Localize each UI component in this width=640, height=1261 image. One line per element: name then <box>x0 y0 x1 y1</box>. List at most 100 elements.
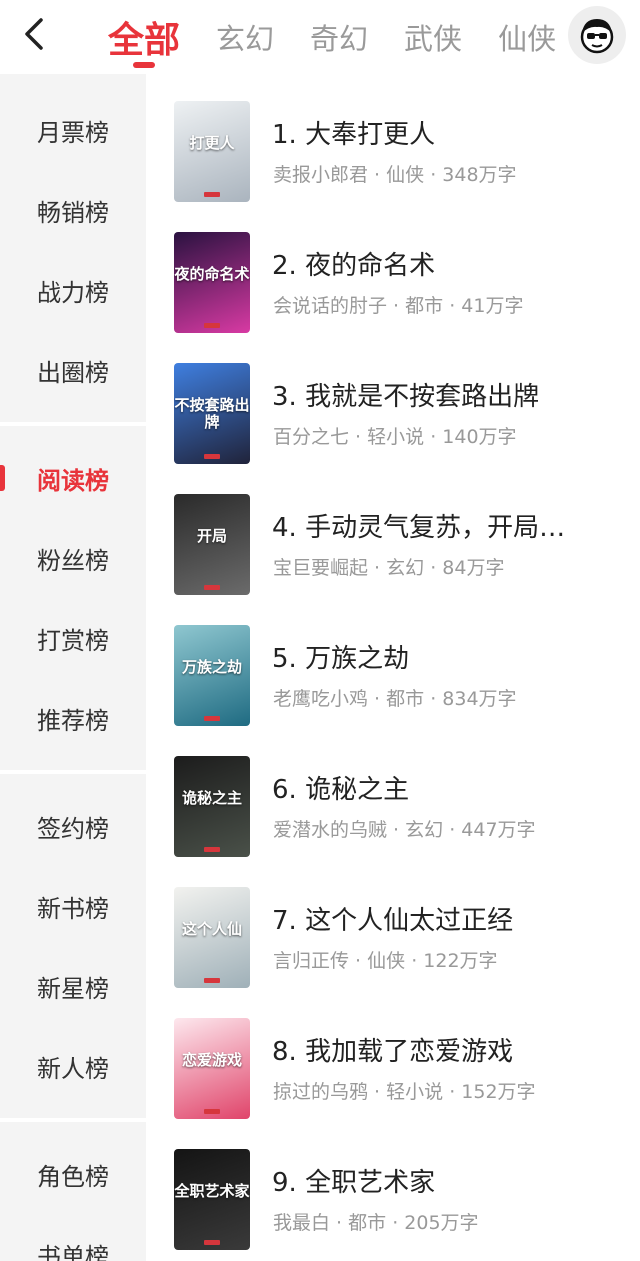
book-word-count: 834万字 <box>442 688 517 710</box>
book-title[interactable]: 5. 万族之劫 <box>272 638 632 675</box>
book-list-item[interactable]: 这个人仙 7. 这个人仙太过正经 言归正传 · 仙侠 · 122万字 <box>146 860 640 991</box>
book-title[interactable]: 6. 诡秘之主 <box>272 769 632 806</box>
publisher-logo <box>174 585 250 591</box>
sidebar-item-bestseller[interactable]: 畅销榜 <box>0 170 146 250</box>
book-meta: 掠过的乌鸦 · 轻小说 · 152万字 <box>273 1081 536 1103</box>
book-meta: 言归正传 · 仙侠 · 122万字 <box>273 950 498 972</box>
book-author: 我最白 <box>273 1212 331 1234</box>
book-meta: 我最白 · 都市 · 205万字 <box>273 1212 479 1234</box>
book-word-count: 140万字 <box>442 426 517 448</box>
sidebar-group: 月票榜 畅销榜 战力榜 出圈榜 <box>0 90 146 410</box>
user-avatar-button[interactable] <box>568 6 626 64</box>
cover-title-art: 这个人仙 <box>181 920 242 938</box>
publisher-logo <box>174 192 250 198</box>
cover-title-art: 万族之劫 <box>181 658 242 676</box>
book-word-count: 348万字 <box>442 164 517 186</box>
cover-title-art: 开局 <box>196 527 227 545</box>
book-genre: 都市 <box>348 1212 387 1234</box>
ranking-sidebar: 月票榜 畅销榜 战力榜 出圈榜 阅读榜 粉丝榜 打赏榜 推荐榜 签约榜 新书榜 … <box>0 74 146 1261</box>
book-list-item[interactable]: 打更人 1. 大奉打更人 卖报小郎君 · 仙侠 · 348万字 <box>146 74 640 205</box>
sidebar-item-signed[interactable]: 签约榜 <box>0 786 146 866</box>
tab-wuxia[interactable]: 武侠 <box>386 0 480 74</box>
book-cover[interactable]: 恋爱游戏 <box>174 1018 250 1119</box>
book-genre: 仙侠 <box>386 164 425 186</box>
book-title[interactable]: 7. 这个人仙太过正经 <box>272 900 632 937</box>
book-title[interactable]: 9. 全职艺术家 <box>272 1162 632 1199</box>
book-genre: 都市 <box>386 688 425 710</box>
sidebar-item-new-star[interactable]: 新星榜 <box>0 946 146 1026</box>
book-word-count: 205万字 <box>404 1212 479 1234</box>
book-list-item[interactable]: 不按套路出牌 3. 我就是不按套路出牌 百分之七 · 轻小说 · 140万字 <box>146 336 640 467</box>
book-list-item[interactable]: 开局 4. 手动灵气复苏，开局… 宝巨要崛起 · 玄幻 · 84万字 <box>146 467 640 598</box>
book-word-count: 122万字 <box>423 950 498 972</box>
publisher-logo <box>174 978 250 984</box>
tab-xuanhuan[interactable]: 玄幻 <box>198 0 292 74</box>
book-cover[interactable]: 这个人仙 <box>174 887 250 988</box>
book-list-item[interactable]: 夜的命名术 2. 夜的命名术 会说话的肘子 · 都市 · 41万字 <box>146 205 640 336</box>
book-title[interactable]: 2. 夜的命名术 <box>272 245 632 282</box>
sidebar-item-reading[interactable]: 阅读榜 <box>0 438 146 518</box>
book-word-count: 41万字 <box>461 295 524 317</box>
tab-xianxia[interactable]: 仙侠 <box>480 0 574 74</box>
chevron-left-icon <box>25 18 43 50</box>
book-author: 言归正传 <box>273 950 350 972</box>
book-list-item[interactable]: 万族之劫 5. 万族之劫 老鹰吃小鸡 · 都市 · 834万字 <box>146 598 640 729</box>
book-title[interactable]: 4. 手动灵气复苏，开局… <box>272 507 632 544</box>
book-meta: 爱潜水的乌贼 · 玄幻 · 447万字 <box>273 819 536 841</box>
book-word-count: 447万字 <box>461 819 536 841</box>
book-title[interactable]: 1. 大奉打更人 <box>272 114 632 151</box>
book-list-item[interactable]: 恋爱游戏 8. 我加载了恋爱游戏 掠过的乌鸦 · 轻小说 · 152万字 <box>146 991 640 1122</box>
sidebar-item-recommend[interactable]: 推荐榜 <box>0 678 146 758</box>
book-list-item[interactable]: 诡秘之主 6. 诡秘之主 爱潜水的乌贼 · 玄幻 · 447万字 <box>146 729 640 860</box>
category-tabs: 全部 玄幻 奇幻 武侠 仙侠 <box>90 0 574 74</box>
tab-qihuan[interactable]: 奇幻 <box>292 0 386 74</box>
book-author: 宝巨要崛起 <box>273 557 369 579</box>
sidebar-group: 角色榜 书单榜 <box>0 1134 146 1261</box>
book-cover[interactable]: 万族之劫 <box>174 625 250 726</box>
book-meta: 宝巨要崛起 · 玄幻 · 84万字 <box>273 557 505 579</box>
sidebar-item-fans[interactable]: 粉丝榜 <box>0 518 146 598</box>
sidebar-item-tips[interactable]: 打赏榜 <box>0 598 146 678</box>
sidebar-item-newcomer[interactable]: 新人榜 <box>0 1026 146 1106</box>
book-meta: 老鹰吃小鸡 · 都市 · 834万字 <box>273 688 517 710</box>
book-cover[interactable]: 全职艺术家 <box>174 1149 250 1250</box>
book-genre: 轻小说 <box>386 1081 444 1103</box>
sidebar-item-character[interactable]: 角色榜 <box>0 1134 146 1214</box>
book-word-count: 84万字 <box>442 557 505 579</box>
book-meta: 卖报小郎君 · 仙侠 · 348万字 <box>273 164 517 186</box>
publisher-logo <box>174 454 250 460</box>
book-author: 爱潜水的乌贼 <box>273 819 388 841</box>
publisher-logo <box>174 847 250 853</box>
tab-all[interactable]: 全部 <box>90 0 198 74</box>
sidebar-group: 签约榜 新书榜 新星榜 新人榜 <box>0 786 146 1106</box>
user-avatar-icon <box>580 19 614 54</box>
cover-title-art: 恋爱游戏 <box>181 1051 242 1069</box>
book-cover[interactable]: 开局 <box>174 494 250 595</box>
book-word-count: 152万字 <box>461 1081 536 1103</box>
back-button[interactable] <box>14 14 54 54</box>
book-author: 会说话的肘子 <box>273 295 388 317</box>
sidebar-item-booklist[interactable]: 书单榜 <box>0 1214 146 1261</box>
sidebar-item-new-book[interactable]: 新书榜 <box>0 866 146 946</box>
book-list-item[interactable]: 全职艺术家 9. 全职艺术家 我最白 · 都市 · 205万字 <box>146 1122 640 1253</box>
book-cover[interactable]: 不按套路出牌 <box>174 363 250 464</box>
cover-title-art: 不按套路出牌 <box>174 396 250 431</box>
book-title[interactable]: 8. 我加载了恋爱游戏 <box>272 1031 632 1068</box>
book-genre: 玄幻 <box>405 819 444 841</box>
publisher-logo <box>174 1109 250 1115</box>
book-author: 掠过的乌鸦 <box>273 1081 369 1103</box>
book-cover[interactable]: 夜的命名术 <box>174 232 250 333</box>
book-ranking-list: 打更人 1. 大奉打更人 卖报小郎君 · 仙侠 · 348万字 夜的命名术 2.… <box>146 74 640 1261</box>
publisher-logo <box>174 323 250 329</box>
publisher-logo <box>174 1240 250 1246</box>
sidebar-group: 阅读榜 粉丝榜 打赏榜 推荐榜 <box>0 438 146 758</box>
book-genre: 轻小说 <box>367 426 425 448</box>
book-cover[interactable]: 诡秘之主 <box>174 756 250 857</box>
sidebar-item-power[interactable]: 战力榜 <box>0 250 146 330</box>
sidebar-item-viral[interactable]: 出圈榜 <box>0 330 146 410</box>
sidebar-item-monthly-ticket[interactable]: 月票榜 <box>0 90 146 170</box>
book-author: 卖报小郎君 <box>273 164 369 186</box>
book-cover[interactable]: 打更人 <box>174 101 250 202</box>
book-title[interactable]: 3. 我就是不按套路出牌 <box>272 376 632 413</box>
cover-title-art: 诡秘之主 <box>181 789 242 807</box>
